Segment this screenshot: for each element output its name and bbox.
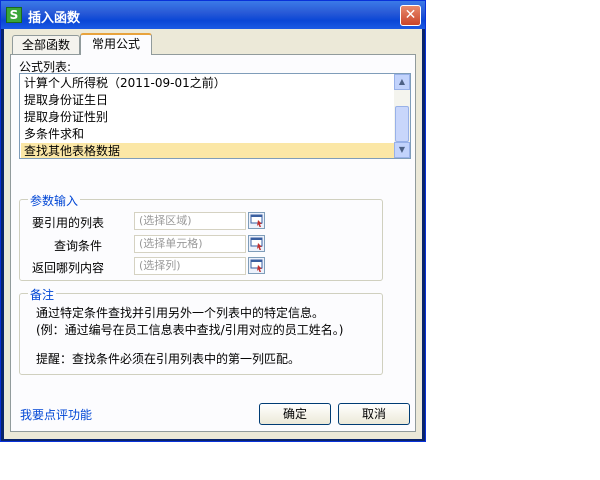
criteria-input[interactable]: (选择单元格) xyxy=(134,235,246,253)
list-item[interactable]: 计算个人所得税（2011-09-01之前） xyxy=(21,75,394,92)
list-item[interactable]: 提取身份证生日 xyxy=(21,92,394,109)
select-range-icon xyxy=(250,214,263,227)
dialog-title: 插入函数 xyxy=(28,11,81,26)
note-line: (例：通过编号在员工信息表中查找/引用对应的员工姓名。) xyxy=(36,323,344,337)
notes-group: 备注 通过特定条件查找并引用另外一个列表中的特定信息。 (例：通过编号在员工信息… xyxy=(19,286,383,375)
select-column-icon xyxy=(250,259,263,272)
params-group: 参数输入 要引用的列表 (选择区域) 查询条件 (选择单元格) 返回哪列内容 (… xyxy=(19,192,383,281)
range-picker-button[interactable] xyxy=(248,212,265,229)
chevron-down-icon: ▼ xyxy=(398,145,406,154)
scroll-down-button[interactable]: ▼ xyxy=(394,142,410,158)
app-icon: S xyxy=(6,7,22,23)
dialog-body: 全部函数 常用公式 公式列表: 计算个人所得税（2011-09-01之前） 提取… xyxy=(4,29,422,439)
insert-function-dialog: S 插入函数 ✕ 全部函数 常用公式 公式列表: 计算个人所得税（2011-09… xyxy=(0,0,426,442)
list-item-selected[interactable]: 查找其他表格数据 xyxy=(21,143,394,158)
ok-button[interactable]: 确定 xyxy=(259,403,331,425)
column-input[interactable]: (选择列) xyxy=(134,257,246,275)
formula-list[interactable]: 计算个人所得税（2011-09-01之前） 提取身份证生日 提取身份证性别 多条… xyxy=(19,73,411,159)
range-input[interactable]: (选择区域) xyxy=(134,212,246,230)
list-scrollbar[interactable]: ▲ ▼ xyxy=(394,74,410,158)
tab-common-formulas[interactable]: 常用公式 xyxy=(80,33,152,55)
cancel-button[interactable]: 取消 xyxy=(338,403,410,425)
scroll-thumb[interactable] xyxy=(395,106,409,142)
scroll-up-button[interactable]: ▲ xyxy=(394,74,410,90)
column-picker-button[interactable] xyxy=(248,257,265,274)
criteria-picker-button[interactable] xyxy=(248,235,265,252)
chevron-up-icon: ▲ xyxy=(398,77,406,86)
close-button[interactable]: ✕ xyxy=(400,5,421,26)
tab-panel: 公式列表: 计算个人所得税（2011-09-01之前） 提取身份证生日 提取身份… xyxy=(10,54,416,432)
feedback-link[interactable]: 我要点评功能 xyxy=(20,406,92,423)
list-item[interactable]: 提取身份证性别 xyxy=(21,109,394,126)
note-reminder: 提醒：查找条件必须在引用列表中的第一列匹配。 xyxy=(36,352,301,366)
param-label-criteria: 查询条件 xyxy=(54,239,103,253)
tab-all-functions[interactable]: 全部函数 xyxy=(12,35,80,55)
params-group-title: 参数输入 xyxy=(28,192,81,209)
param-label-column: 返回哪列内容 xyxy=(32,261,105,275)
note-line: 通过特定条件查找并引用另外一个列表中的特定信息。 xyxy=(36,306,325,320)
param-label-list: 要引用的列表 xyxy=(32,216,105,230)
select-cell-icon xyxy=(250,237,263,250)
close-icon: ✕ xyxy=(404,7,417,23)
title-bar[interactable]: S 插入函数 ✕ xyxy=(1,1,425,29)
notes-group-title: 备注 xyxy=(28,286,57,303)
list-item[interactable]: 多条件求和 xyxy=(21,126,394,143)
